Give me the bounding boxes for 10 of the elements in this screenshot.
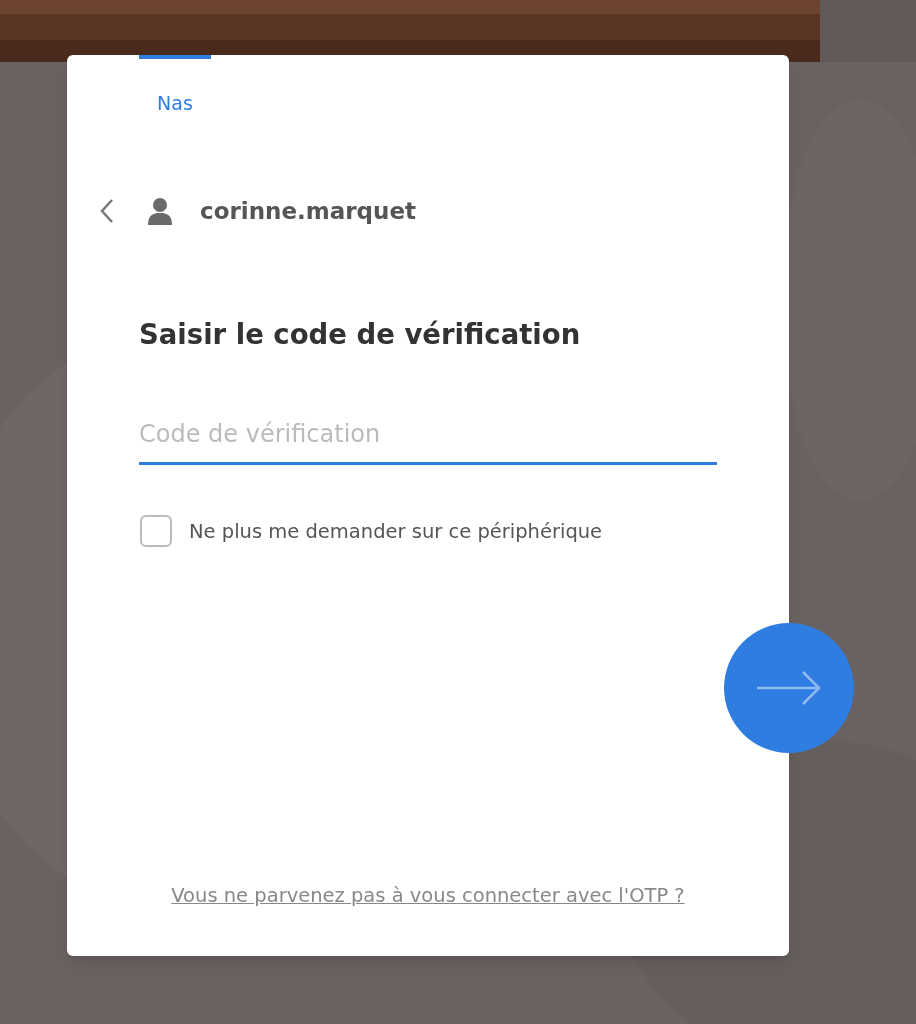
otp-help-link[interactable]: Vous ne parvenez pas à vous connecter avec l'OTP ?: [158, 878, 698, 914]
username: corinne.marquet: [200, 196, 416, 226]
verification-code-field[interactable]: Code de vérification: [139, 405, 717, 466]
tab[interactable]: Nas: [139, 55, 211, 120]
checkbox-label[interactable]: Ne plus me demander sur ce périphérique: [189, 516, 603, 546]
checkbox[interactable]: [140, 515, 172, 548]
back-icon[interactable]: [99, 197, 115, 224]
user-icon: [147, 196, 173, 225]
heading: Saisir le code de vérification: [139, 317, 582, 352]
arrow-right-icon: [756, 670, 822, 706]
